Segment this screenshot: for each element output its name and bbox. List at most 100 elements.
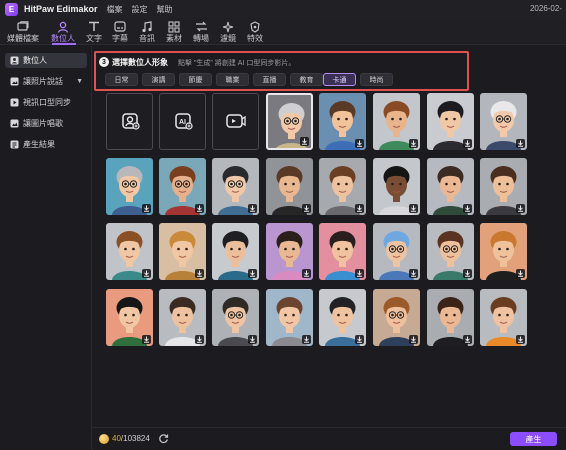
download-icon[interactable] bbox=[516, 335, 525, 344]
digital-human-icon bbox=[9, 56, 19, 65]
video-avatar-tile[interactable] bbox=[212, 93, 259, 150]
subtitles-icon bbox=[114, 20, 126, 33]
download-icon[interactable] bbox=[409, 204, 418, 213]
download-icon[interactable] bbox=[142, 269, 151, 278]
coin-icon bbox=[99, 434, 109, 444]
avatar-card[interactable] bbox=[427, 289, 474, 346]
download-icon[interactable] bbox=[195, 335, 204, 344]
download-icon[interactable] bbox=[516, 139, 525, 148]
avatar-card[interactable] bbox=[266, 289, 313, 346]
download-icon[interactable] bbox=[302, 204, 311, 213]
menu-settings[interactable]: 設定 bbox=[132, 4, 148, 15]
tab-text[interactable]: 文字 bbox=[86, 20, 102, 44]
download-icon[interactable] bbox=[248, 335, 257, 344]
download-icon[interactable] bbox=[463, 204, 472, 213]
download-icon[interactable] bbox=[248, 269, 257, 278]
avatar-card[interactable] bbox=[106, 223, 153, 280]
tab-effects[interactable]: 特效 bbox=[247, 20, 263, 44]
avatar-card[interactable] bbox=[212, 223, 259, 280]
tab-filters[interactable]: 濾鏡 bbox=[220, 20, 236, 44]
download-icon[interactable] bbox=[463, 335, 472, 344]
tab-digital-human[interactable]: 數位人 bbox=[51, 20, 75, 44]
results-icon bbox=[9, 140, 19, 149]
refresh-icon[interactable] bbox=[158, 433, 169, 446]
avatar-card[interactable] bbox=[266, 158, 313, 215]
download-icon[interactable] bbox=[463, 139, 472, 148]
avatar-card[interactable] bbox=[212, 158, 259, 215]
category-tab-festival[interactable]: 節慶 bbox=[179, 73, 212, 86]
download-icon[interactable] bbox=[195, 269, 204, 278]
sidebar-item-talking-photo[interactable]: 讓照片說話 ▼ bbox=[5, 74, 87, 89]
download-icon[interactable] bbox=[302, 269, 311, 278]
transitions-icon bbox=[195, 20, 208, 33]
digital-human-icon bbox=[57, 20, 69, 33]
avatar-card[interactable] bbox=[373, 158, 420, 215]
tab-audio[interactable]: 音訊 bbox=[139, 20, 155, 44]
avatar-card[interactable] bbox=[427, 223, 474, 280]
category-tab-daily[interactable]: 日常 bbox=[105, 73, 138, 86]
category-tab-fashion[interactable]: 時尚 bbox=[360, 73, 393, 86]
menu-file[interactable]: 檔案 bbox=[107, 4, 123, 15]
avatar-card[interactable] bbox=[373, 289, 420, 346]
download-icon[interactable] bbox=[409, 335, 418, 344]
chevron-down-icon[interactable]: ▼ bbox=[76, 78, 83, 85]
download-icon[interactable] bbox=[409, 269, 418, 278]
avatar-card[interactable] bbox=[212, 289, 259, 346]
category-tab-cartoon[interactable]: 卡通 bbox=[323, 73, 356, 86]
avatar-card[interactable] bbox=[319, 158, 366, 215]
tab-subtitles[interactable]: 字幕 bbox=[112, 20, 128, 44]
avatar-card[interactable] bbox=[159, 158, 206, 215]
category-tab-profession[interactable]: 職業 bbox=[216, 73, 249, 86]
download-icon[interactable] bbox=[355, 139, 364, 148]
avatar-card[interactable] bbox=[319, 223, 366, 280]
download-icon[interactable] bbox=[142, 204, 151, 213]
avatar-card[interactable] bbox=[266, 223, 313, 280]
sidebar-item-results[interactable]: 產生結果 bbox=[5, 137, 87, 152]
avatar-card[interactable] bbox=[266, 93, 313, 150]
avatar-card[interactable] bbox=[427, 158, 474, 215]
avatar-card[interactable] bbox=[106, 158, 153, 215]
download-icon[interactable] bbox=[516, 204, 525, 213]
avatar-card[interactable] bbox=[480, 289, 527, 346]
avatar-card[interactable] bbox=[427, 93, 474, 150]
download-icon[interactable] bbox=[302, 335, 311, 344]
category-tab-speech[interactable]: 演講 bbox=[142, 73, 175, 86]
avatar-card[interactable] bbox=[480, 158, 527, 215]
text-to-avatar-tile[interactable]: AI bbox=[159, 93, 206, 150]
avatar-card[interactable] bbox=[319, 93, 366, 150]
title-bar: E HitPaw Edimakor 檔案 設定 幫助 2026-02- bbox=[0, 0, 566, 18]
tab-media-files[interactable]: 媒體檔案 bbox=[7, 20, 39, 44]
sidebar-item-lip-sync[interactable]: 視訊口型同步 bbox=[5, 95, 87, 110]
avatar-card[interactable] bbox=[106, 289, 153, 346]
avatar-card[interactable] bbox=[373, 93, 420, 150]
tab-assets[interactable]: 素材 bbox=[166, 20, 182, 44]
generate-button[interactable]: 產生 bbox=[510, 432, 557, 446]
avatar-card[interactable] bbox=[159, 223, 206, 280]
download-icon[interactable] bbox=[300, 137, 309, 146]
singing-photo-icon bbox=[9, 119, 19, 128]
download-icon[interactable] bbox=[195, 204, 204, 213]
active-tab-indicator bbox=[52, 43, 76, 45]
avatar-card[interactable] bbox=[480, 223, 527, 280]
avatar-card[interactable] bbox=[159, 289, 206, 346]
avatar-card[interactable] bbox=[319, 289, 366, 346]
download-icon[interactable] bbox=[409, 139, 418, 148]
sidebar-item-digital-human[interactable]: 數位人 bbox=[5, 53, 87, 68]
download-icon[interactable] bbox=[355, 335, 364, 344]
download-icon[interactable] bbox=[463, 269, 472, 278]
category-tab-livestream[interactable]: 直播 bbox=[253, 73, 286, 86]
avatar-card[interactable] bbox=[373, 223, 420, 280]
download-icon[interactable] bbox=[142, 335, 151, 344]
effects-icon bbox=[249, 20, 261, 33]
media-files-icon bbox=[17, 20, 29, 33]
download-icon[interactable] bbox=[248, 204, 257, 213]
category-tab-education[interactable]: 教育 bbox=[290, 73, 323, 86]
menu-help[interactable]: 幫助 bbox=[157, 4, 173, 15]
tab-transitions[interactable]: 轉場 bbox=[193, 20, 209, 44]
avatar-card[interactable] bbox=[480, 93, 527, 150]
upload-portrait-tile[interactable] bbox=[106, 93, 153, 150]
download-icon[interactable] bbox=[355, 269, 364, 278]
download-icon[interactable] bbox=[355, 204, 364, 213]
sidebar-item-singing-photo[interactable]: 讓圖片唱歌 bbox=[5, 116, 87, 131]
download-icon[interactable] bbox=[516, 269, 525, 278]
